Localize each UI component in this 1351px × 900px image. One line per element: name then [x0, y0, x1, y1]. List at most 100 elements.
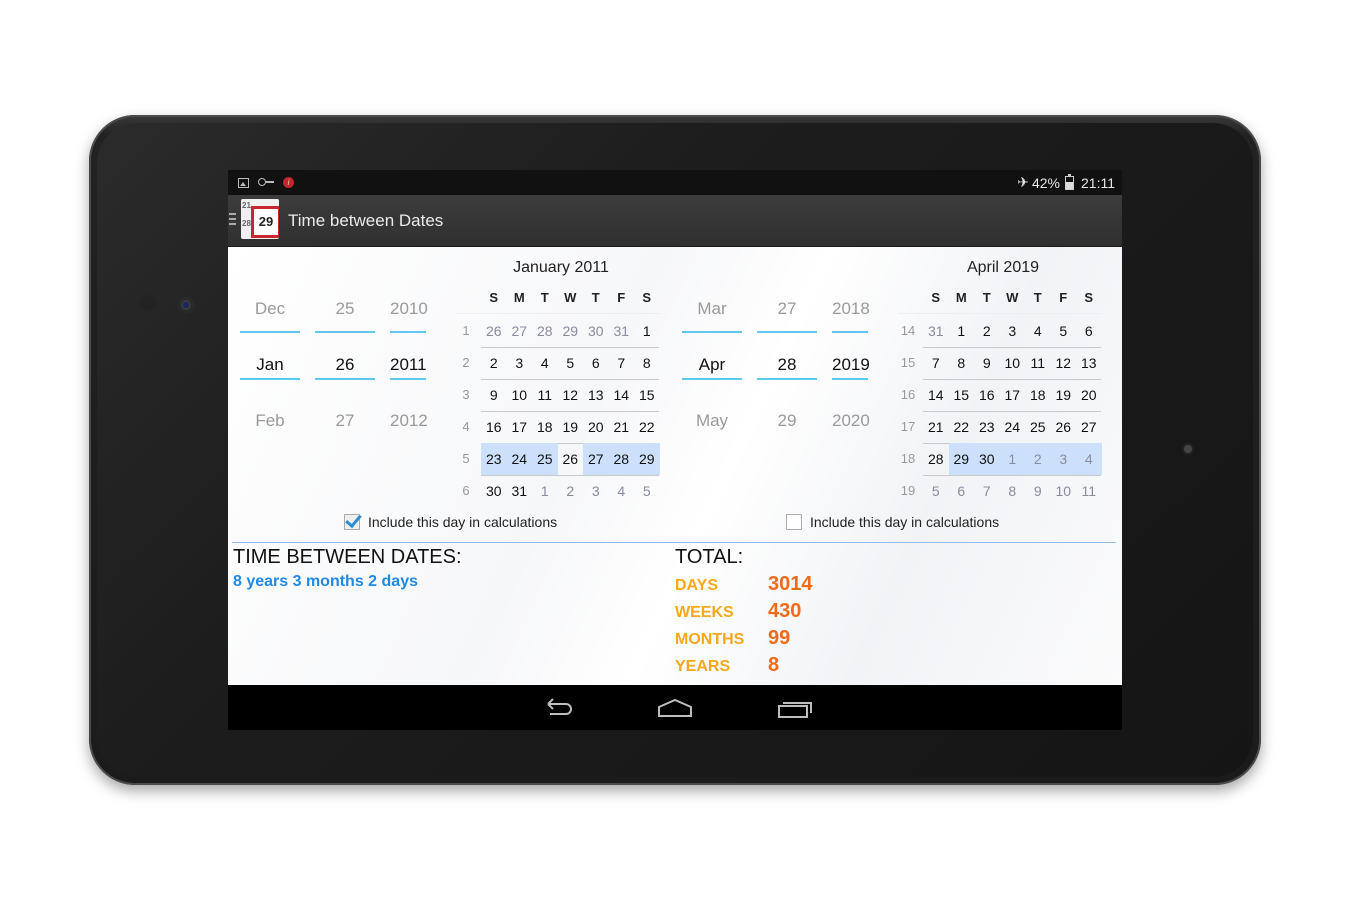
day-cell[interactable]: 3: [1050, 443, 1076, 475]
day-cell[interactable]: 13: [1076, 347, 1102, 379]
day-cell[interactable]: 31: [923, 315, 949, 347]
day-cell[interactable]: 8: [1000, 475, 1026, 507]
day-cell[interactable]: 4: [609, 475, 635, 507]
day-cell[interactable]: 18: [1025, 379, 1051, 411]
recent-apps-icon[interactable]: [775, 694, 815, 722]
checkbox-icon[interactable]: [344, 514, 360, 530]
day-cell[interactable]: 24: [1000, 411, 1026, 443]
day-cell[interactable]: 12: [558, 379, 584, 411]
spinner-prev[interactable]: 25: [315, 299, 375, 319]
day-cell[interactable]: 12: [1051, 347, 1077, 379]
day-cell[interactable]: 18: [532, 411, 558, 443]
spinner-next[interactable]: 29: [757, 411, 817, 431]
day-cell[interactable]: 10: [1000, 347, 1026, 379]
day-cell[interactable]: 25: [532, 443, 558, 475]
day-cell[interactable]: 3: [507, 347, 533, 379]
spinner-prev[interactable]: Dec: [240, 299, 300, 319]
day-cell[interactable]: 1: [634, 315, 660, 347]
day-cell[interactable]: 13: [583, 379, 609, 411]
day-cell[interactable]: 8: [949, 347, 975, 379]
day-cell[interactable]: 9: [481, 379, 507, 411]
day-cell[interactable]: 11: [532, 379, 558, 411]
day-cell[interactable]: 31: [609, 315, 635, 347]
day-cell[interactable]: 17: [507, 411, 533, 443]
checkbox-icon[interactable]: [786, 514, 802, 530]
day-cell[interactable]: 9: [1025, 475, 1051, 507]
day-cell[interactable]: 2: [558, 475, 584, 507]
selected-day-cell[interactable]: 26: [558, 443, 584, 475]
app-icon[interactable]: 21 28 29: [241, 199, 279, 239]
day-cell[interactable]: 14: [609, 379, 635, 411]
day-cell[interactable]: 31: [507, 475, 533, 507]
day-cell[interactable]: 27: [583, 443, 609, 475]
day-cell[interactable]: 7: [974, 475, 1000, 507]
day-cell[interactable]: 6: [949, 475, 975, 507]
day-cell[interactable]: 23: [481, 443, 507, 475]
day-cell[interactable]: 1: [532, 475, 558, 507]
day-cell[interactable]: 16: [974, 379, 1000, 411]
day-cell[interactable]: 15: [634, 379, 660, 411]
day-cell[interactable]: 19: [558, 411, 584, 443]
day-cell[interactable]: 2: [1025, 443, 1051, 475]
day-cell[interactable]: 22: [949, 411, 975, 443]
day-cell[interactable]: 2: [481, 347, 507, 379]
day-cell[interactable]: 10: [507, 379, 533, 411]
end-include-day-checkbox[interactable]: Include this day in calculations: [786, 514, 999, 530]
day-cell[interactable]: 16: [481, 411, 507, 443]
day-cell[interactable]: 7: [923, 347, 949, 379]
day-cell[interactable]: 23: [974, 411, 1000, 443]
day-cell[interactable]: 29: [634, 443, 660, 475]
day-cell[interactable]: 11: [1025, 347, 1051, 379]
selected-day-cell[interactable]: 28: [923, 443, 949, 475]
day-cell[interactable]: 5: [1051, 315, 1077, 347]
day-cell[interactable]: 20: [583, 411, 609, 443]
spinner-next[interactable]: 2012: [390, 411, 428, 431]
day-cell[interactable]: 30: [481, 475, 507, 507]
day-cell[interactable]: 30: [974, 443, 1000, 475]
spinner-next[interactable]: 27: [315, 411, 375, 431]
day-cell[interactable]: 30: [583, 315, 609, 347]
day-cell[interactable]: 1: [949, 315, 975, 347]
spinner-next[interactable]: Feb: [240, 411, 300, 431]
spinner-next[interactable]: May: [682, 411, 742, 431]
day-cell[interactable]: 2: [974, 315, 1000, 347]
day-cell[interactable]: 27: [507, 315, 533, 347]
day-cell[interactable]: 1: [999, 443, 1025, 475]
day-cell[interactable]: 21: [609, 411, 635, 443]
spinner-current[interactable]: Apr: [682, 355, 742, 375]
day-cell[interactable]: 22: [634, 411, 660, 443]
day-cell[interactable]: 6: [1076, 315, 1102, 347]
day-cell[interactable]: 29: [558, 315, 584, 347]
back-icon[interactable]: [538, 694, 578, 722]
home-icon[interactable]: [655, 694, 695, 722]
spinner-current[interactable]: Jan: [240, 355, 300, 375]
day-cell[interactable]: 27: [1076, 411, 1102, 443]
day-cell[interactable]: 28: [532, 315, 558, 347]
day-cell[interactable]: 7: [609, 347, 635, 379]
day-cell[interactable]: 20: [1076, 379, 1102, 411]
spinner-next[interactable]: 2020: [832, 411, 870, 431]
start-include-day-checkbox[interactable]: Include this day in calculations: [344, 514, 557, 530]
day-cell[interactable]: 19: [1051, 379, 1077, 411]
spinner-prev[interactable]: 27: [757, 299, 817, 319]
spinner-current[interactable]: 28: [757, 355, 817, 375]
day-cell[interactable]: 28: [608, 443, 634, 475]
day-cell[interactable]: 11: [1076, 475, 1102, 507]
day-cell[interactable]: 5: [558, 347, 584, 379]
day-cell[interactable]: 4: [1076, 443, 1102, 475]
day-cell[interactable]: 14: [923, 379, 949, 411]
spinner-prev[interactable]: Mar: [682, 299, 742, 319]
spinner-current[interactable]: 2019: [832, 355, 870, 375]
day-cell[interactable]: 9: [974, 347, 1000, 379]
day-cell[interactable]: 25: [1025, 411, 1051, 443]
day-cell[interactable]: 8: [634, 347, 660, 379]
day-cell[interactable]: 6: [583, 347, 609, 379]
spinner-current[interactable]: 26: [315, 355, 375, 375]
day-cell[interactable]: 10: [1051, 475, 1077, 507]
hamburger-icon[interactable]: [229, 213, 236, 225]
day-cell[interactable]: 26: [1051, 411, 1077, 443]
day-cell[interactable]: 4: [1025, 315, 1051, 347]
spinner-prev[interactable]: 2018: [832, 299, 870, 319]
spinner-prev[interactable]: 2010: [390, 299, 428, 319]
day-cell[interactable]: 4: [532, 347, 558, 379]
